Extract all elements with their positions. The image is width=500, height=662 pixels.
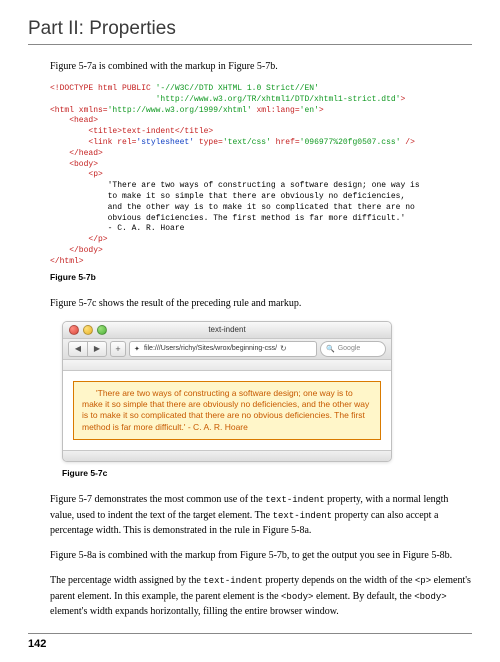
- forward-button[interactable]: ▶: [87, 341, 107, 357]
- browser-toolbar: ◀ ▶ + ✦ file:///Users/richy/Sites/wrox/b…: [63, 339, 391, 360]
- browser-viewport: 'There are two ways of constructing a so…: [63, 371, 391, 451]
- url-text: file:///Users/richy/Sites/wrox/beginning…: [144, 345, 277, 352]
- search-placeholder: Google: [338, 345, 361, 352]
- window-title: text-indent: [63, 325, 391, 334]
- add-bookmark-button[interactable]: +: [110, 341, 126, 357]
- intro-paragraph: Figure 5-7a is combined with the markup …: [50, 59, 472, 74]
- search-icon: 🔍: [326, 345, 335, 353]
- search-field[interactable]: 🔍 Google: [320, 341, 386, 357]
- browser-screenshot-5-7c: text-indent ◀ ▶ + ✦ file:///Users/richy/…: [62, 321, 392, 463]
- page-number: 142: [28, 633, 472, 650]
- bookmarks-bar: [63, 360, 391, 371]
- para-8a: Figure 5-8a is combined with the markup …: [50, 548, 472, 563]
- window-titlebar: text-indent: [63, 322, 391, 339]
- figure-5-7b-label: Figure 5-7b: [50, 272, 472, 282]
- part-title: Part II: Properties: [28, 18, 472, 45]
- para-text-indent-common: Figure 5-7 demonstrates the most common …: [50, 492, 472, 538]
- figure-5-7c-label: Figure 5-7c: [62, 468, 472, 478]
- code-block-5-7b: <!DOCTYPE html PUBLIC '-//W3C//DTD XHTML…: [50, 84, 472, 282]
- rendered-paragraph: 'There are two ways of constructing a so…: [73, 381, 381, 441]
- para-before-7c: Figure 5-7c shows the result of the prec…: [50, 296, 472, 311]
- back-button[interactable]: ◀: [68, 341, 87, 357]
- url-field[interactable]: ✦ file:///Users/richy/Sites/wrox/beginni…: [129, 341, 317, 357]
- browser-statusbar: [63, 450, 391, 461]
- para-percentage-width: The percentage width assigned by the tex…: [50, 573, 472, 619]
- reload-icon[interactable]: ↻: [280, 344, 287, 353]
- site-icon: ✦: [134, 345, 141, 352]
